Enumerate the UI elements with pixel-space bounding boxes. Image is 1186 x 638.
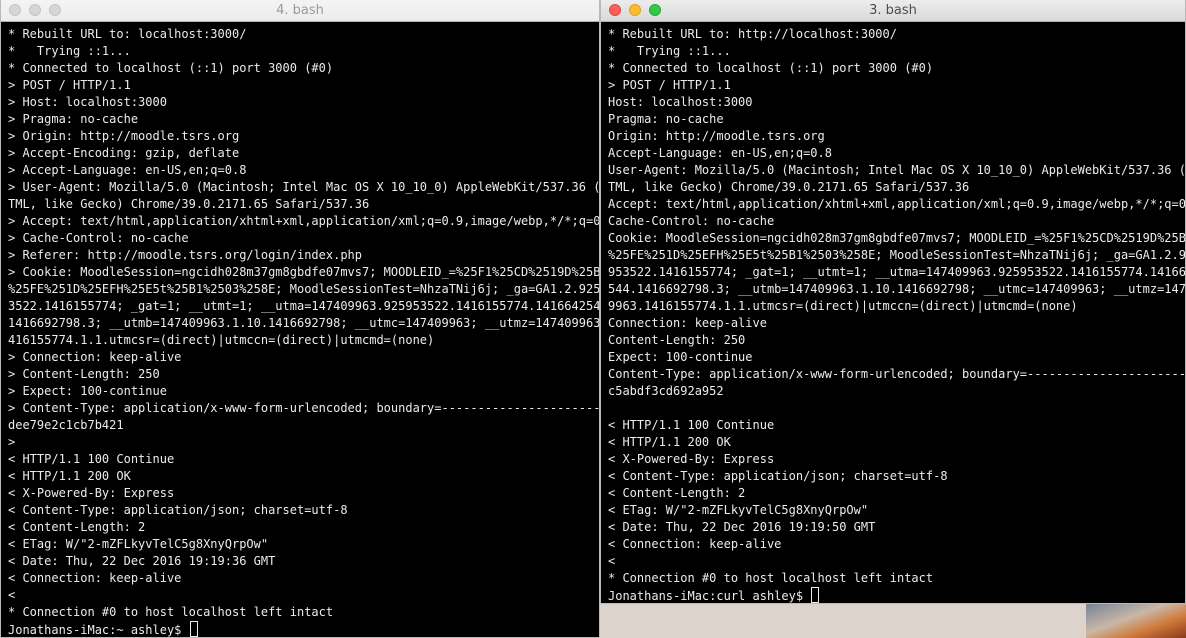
terminal-line: > Content-Length: 250 <box>8 367 160 381</box>
terminal-line: %25FE%251D%25EFH%25E5t%25B1%2503%258E; M… <box>8 282 599 296</box>
terminal-line: * Trying ::1... <box>608 44 731 58</box>
terminal-line: Content-Length: 250 <box>608 333 746 347</box>
terminal-line: %25FE%251D%25EFH%25E5t%25B1%2503%258E; M… <box>608 248 1185 262</box>
terminal-line: < <box>8 588 16 602</box>
terminal-line: < ETag: W/"2-mZFLkyvTelC5g8XnyQrpOw" <box>8 537 269 551</box>
terminal-window-right[interactable]: 3. bash * Rebuilt URL to: http://localho… <box>600 0 1186 604</box>
terminal-line: > Host: localhost:3000 <box>8 95 167 109</box>
terminal-line: > Pragma: no-cache <box>8 112 139 126</box>
terminal-line: 3522.1416155774; _gat=1; __utmt=1; __utm… <box>8 299 599 313</box>
terminal-line: < HTTP/1.1 200 OK <box>608 435 731 449</box>
terminal-line: > Content-Type: application/x-www-form-u… <box>8 401 599 415</box>
terminal-line: < Content-Length: 2 <box>8 520 146 534</box>
minimize-icon[interactable] <box>29 4 41 16</box>
terminal-line: < X-Powered-By: Express <box>608 452 775 466</box>
terminal-line: < Connection: keep-alive <box>8 571 182 585</box>
terminal-line: * Rebuilt URL to: localhost:3000/ <box>8 27 247 41</box>
terminal-line: Origin: http://moodle.tsrs.org <box>608 129 825 143</box>
terminal-line: < Date: Thu, 22 Dec 2016 19:19:36 GMT <box>8 554 276 568</box>
terminal-line: Pragma: no-cache <box>608 112 724 126</box>
terminal-line: < HTTP/1.1 200 OK <box>8 469 131 483</box>
shell-prompt: Jonathans-iMac:~ ashley$ <box>8 623 189 637</box>
terminal-line: > Referer: http://moodle.tsrs.org/login/… <box>8 248 363 262</box>
terminal-output[interactable]: * Rebuilt URL to: localhost:3000/ * Tryin… <box>1 22 599 638</box>
terminal-line: > Accept-Language: en-US,en;q=0.8 <box>8 163 247 177</box>
terminal-line: Expect: 100-continue <box>608 350 753 364</box>
terminal-line: < X-Powered-By: Express <box>8 486 175 500</box>
terminal-line: c5abdf3cd692a952 <box>608 384 724 398</box>
terminal-line: 1416692798.3; __utmb=147409963.1.10.1416… <box>8 316 599 330</box>
terminal-line: > Expect: 100-continue <box>8 384 167 398</box>
cursor-icon <box>189 621 198 637</box>
window-title: 4. bash <box>276 3 324 18</box>
terminal-line: > Connection: keep-alive <box>8 350 182 364</box>
close-icon[interactable] <box>609 4 621 16</box>
traffic-lights <box>609 4 661 16</box>
terminal-line: > POST / HTTP/1.1 <box>8 78 131 92</box>
terminal-line: < HTTP/1.1 100 Continue <box>8 452 175 466</box>
terminal-line: Accept: text/html,application/xhtml+xml,… <box>608 197 1185 211</box>
terminal-line: < <box>608 554 616 568</box>
terminal-line: * Connected to localhost (::1) port 3000… <box>8 61 334 75</box>
shell-prompt: Jonathans-iMac:curl ashley$ <box>608 589 811 603</box>
terminal-output[interactable]: * Rebuilt URL to: http://localhost:3000/… <box>601 22 1185 604</box>
terminal-line: * Trying ::1... <box>8 44 131 58</box>
terminal-line: 416155774.1.1.utmcsr=(direct)|utmccn=(di… <box>8 333 435 347</box>
terminal-line: * Connected to localhost (::1) port 3000… <box>608 61 934 75</box>
terminal-line: < HTTP/1.1 100 Continue <box>608 418 775 432</box>
terminal-line: > Cache-Control: no-cache <box>8 231 189 245</box>
terminal-line: TML, like Gecko) Chrome/39.0.2171.65 Saf… <box>608 180 970 194</box>
shell-prompt-line[interactable]: Jonathans-iMac:~ ashley$ <box>8 621 599 638</box>
terminal-line: dee79e2c1cb7b421 <box>8 418 124 432</box>
terminal-line: 953522.1416155774; _gat=1; __utmt=1; __u… <box>608 265 1185 279</box>
terminal-line: Content-Type: application/x-www-form-url… <box>608 367 1185 381</box>
terminal-line: < Date: Thu, 22 Dec 2016 19:19:50 GMT <box>608 520 876 534</box>
terminal-line: > Accept-Encoding: gzip, deflate <box>8 146 240 160</box>
zoom-icon[interactable] <box>49 4 61 16</box>
terminal-line: User-Agent: Mozilla/5.0 (Macintosh; Inte… <box>608 163 1185 177</box>
terminal-line: > User-Agent: Mozilla/5.0 (Macintosh; In… <box>8 180 599 194</box>
minimize-icon[interactable] <box>629 4 641 16</box>
terminal-line: 9963.1416155774.1.1.utmcsr=(direct)|utmc… <box>608 299 1078 313</box>
terminal-line: < ETag: W/"2-mZFLkyvTelC5g8XnyQrpOw" <box>608 503 869 517</box>
terminal-line: > Accept: text/html,application/xhtml+xm… <box>8 214 599 228</box>
close-icon[interactable] <box>9 4 21 16</box>
terminal-window-left[interactable]: 4. bash * Rebuilt URL to: localhost:3000… <box>0 0 600 638</box>
terminal-line: > Origin: http://moodle.tsrs.org <box>8 129 240 143</box>
terminal-line: > POST / HTTP/1.1 <box>608 78 731 92</box>
terminal-line: * Connection #0 to host localhost left i… <box>608 571 934 585</box>
traffic-lights <box>9 4 61 16</box>
terminal-line: < Connection: keep-alive <box>608 537 782 551</box>
terminal-line: < Content-Type: application/json; charse… <box>8 503 348 517</box>
zoom-icon[interactable] <box>649 4 661 16</box>
shell-prompt-line[interactable]: Jonathans-iMac:curl ashley$ <box>608 587 1185 604</box>
terminal-line: Cookie: MoodleSession=ngcidh028m37gm8gbd… <box>608 231 1185 245</box>
terminal-line: * Connection #0 to host localhost left i… <box>8 605 334 619</box>
terminal-line: Cache-Control: no-cache <box>608 214 775 228</box>
terminal-line: < Content-Length: 2 <box>608 486 746 500</box>
terminal-line: > <box>8 435 16 449</box>
desktop-wallpaper <box>1086 600 1186 638</box>
terminal-line: Accept-Language: en-US,en;q=0.8 <box>608 146 832 160</box>
terminal-line: > Cookie: MoodleSession=ngcidh028m37gm8g… <box>8 265 599 279</box>
window-titlebar[interactable]: 3. bash <box>601 0 1185 22</box>
terminal-line: * Rebuilt URL to: http://localhost:3000/ <box>608 27 897 41</box>
window-title: 3. bash <box>869 3 917 18</box>
window-titlebar[interactable]: 4. bash <box>1 0 599 22</box>
terminal-line: 544.1416692798.3; __utmb=147409963.1.10.… <box>608 282 1185 296</box>
cursor-icon <box>811 587 820 603</box>
terminal-line: Connection: keep-alive <box>608 316 767 330</box>
terminal-line: Host: localhost:3000 <box>608 95 753 109</box>
terminal-line: < Content-Type: application/json; charse… <box>608 469 948 483</box>
terminal-line: TML, like Gecko) Chrome/39.0.2171.65 Saf… <box>8 197 370 211</box>
